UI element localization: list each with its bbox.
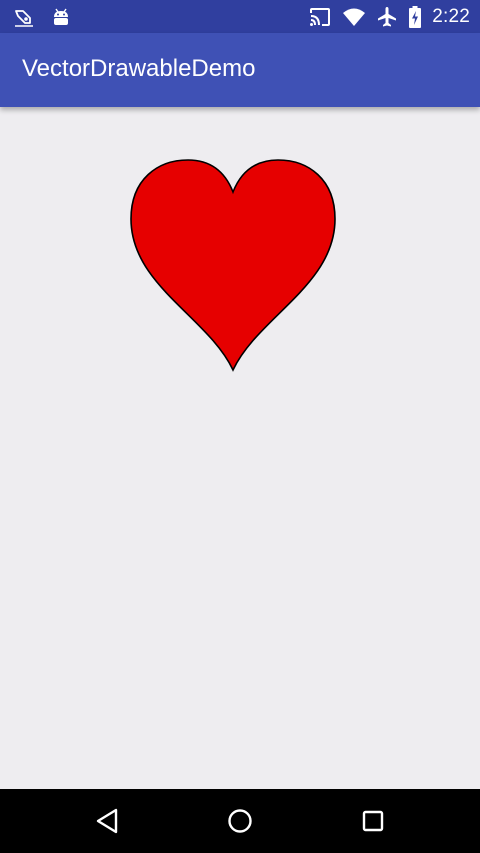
recents-icon <box>362 810 384 832</box>
back-icon <box>96 808 118 834</box>
home-button[interactable] <box>224 805 256 837</box>
heart-shape <box>130 159 336 372</box>
cast-icon <box>308 5 332 29</box>
battery-charging-icon <box>408 5 422 29</box>
maps-pin-icon <box>12 5 36 29</box>
content-area <box>0 107 480 789</box>
navigation-bar <box>0 789 480 853</box>
status-clock: 2:22 <box>432 6 470 27</box>
airplane-mode-icon <box>376 5 398 29</box>
app-title: VectorDrawableDemo <box>22 55 256 82</box>
app-bar: VectorDrawableDemo <box>0 33 480 107</box>
home-icon <box>228 809 252 833</box>
status-bar: 2:22 <box>0 0 480 33</box>
recents-button[interactable] <box>357 805 389 837</box>
system-icons: 2:22 <box>308 5 470 29</box>
wifi-icon <box>342 5 366 29</box>
heart-icon <box>130 159 336 372</box>
notification-icons <box>12 5 72 29</box>
android-icon <box>50 5 72 29</box>
back-button[interactable] <box>91 805 123 837</box>
